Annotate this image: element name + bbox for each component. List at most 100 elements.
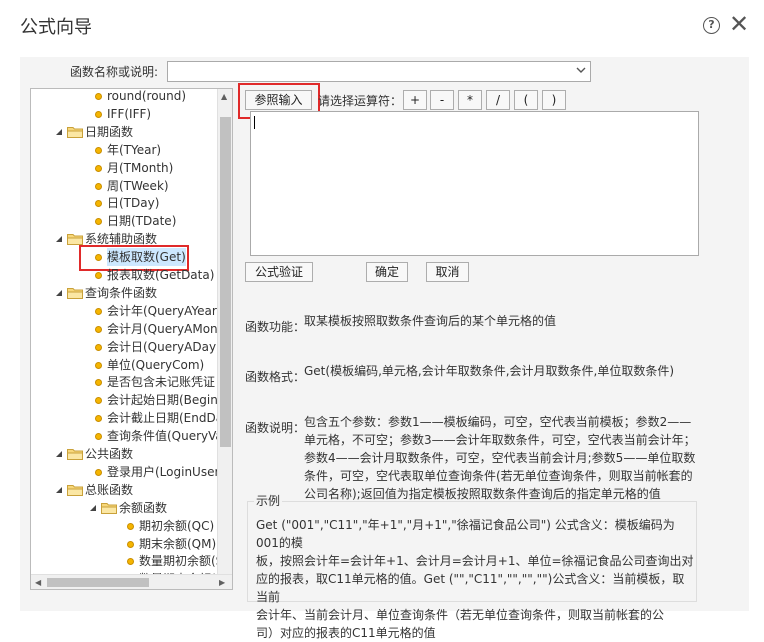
tree-label: 期末余额(QM): [139, 536, 217, 551]
tree-label: 会计起始日期(BeginDate): [107, 393, 232, 408]
function-search-select[interactable]: [167, 61, 591, 82]
format-text: Get(模板编码,单元格,会计年取数条件,会计月取数条件,单位取数条件): [304, 364, 675, 378]
leaf-dot-icon: [95, 343, 102, 351]
tree-label: 月(TMonth): [107, 160, 174, 175]
operator-button[interactable]: -: [430, 90, 454, 110]
expand-triangle-icon[interactable]: [55, 486, 63, 494]
leaf-dot-icon: [127, 522, 134, 530]
example-line: Get ("001","C11","年+1","月+1","徐福记食品公司") …: [256, 518, 675, 550]
desc-text: 包含五个参数：参数1——模板编码，可空，空代表当前模板；参数2—— 单元格，不可…: [304, 413, 704, 503]
operator-button[interactable]: *: [458, 90, 482, 110]
tree-label: 是否包含未记账凭证: [107, 375, 216, 390]
tree-label: 公共函数: [85, 447, 134, 461]
tree-label: 余额函数: [119, 500, 168, 515]
leaf-dot-icon: [95, 164, 102, 172]
dialog-title: 公式向导: [20, 17, 92, 38]
example-line: 会计年、当前会计月、单位查询条件（若无单位查询条件，则取当前帐套的公: [256, 608, 665, 622]
func-label: 函数功能：: [245, 320, 306, 334]
tree-label: 会计月(QueryAMonth): [107, 321, 233, 336]
formula-wizard-dialog: 公式向导 ? ✕ 函数名称或说明: round(round) IFF(IFF) 日期…: [0, 0, 764, 640]
folder-open-icon: [67, 287, 83, 299]
format-label: 函数格式：: [245, 370, 306, 384]
tree-label: IFF(IFF): [107, 106, 152, 121]
tree-label: 日期函数: [85, 124, 134, 139]
example-text: Get ("001","C11","年+1","月+1","徐福记食品公司") …: [256, 516, 696, 642]
leaf-dot-icon: [95, 379, 102, 387]
expand-triangle-icon[interactable]: [55, 128, 63, 136]
text-caret: [254, 116, 255, 129]
leaf-dot-icon: [95, 200, 102, 208]
close-icon[interactable]: ✕: [729, 10, 749, 38]
cancel-button[interactable]: 取消: [426, 262, 469, 282]
leaf-dot-icon: [95, 361, 102, 369]
tree-label: 日(TDay): [107, 196, 160, 211]
tree-label: 会计年(QueryAYear): [107, 303, 222, 318]
tree-label: 总账函数: [85, 482, 134, 497]
folder-open-icon: [67, 449, 83, 460]
expand-triangle-icon[interactable]: [55, 450, 63, 458]
tree-horizontal-scrollbar[interactable]: ◀ ▶: [31, 574, 232, 589]
tree-label: 单位(QueryCom): [107, 357, 205, 372]
leaf-dot-icon: [95, 397, 102, 405]
tree-label: 登录用户(LoginUser): [107, 464, 225, 479]
example-line: 司）对应的报表的C11单元格的值: [256, 626, 436, 640]
example-title: 示例: [254, 492, 283, 509]
operator-label: 请选择运算符：: [318, 94, 403, 108]
leaf-dot-icon: [127, 558, 134, 566]
expand-triangle-icon[interactable]: [55, 289, 63, 297]
operator-button[interactable]: ): [542, 90, 566, 110]
leaf-dot-icon: [95, 182, 102, 190]
folder-open-icon: [101, 502, 117, 514]
leaf-dot-icon: [95, 433, 102, 441]
tree-label: 会计截止日期(EndDate): [107, 411, 233, 426]
titlebar: 公式向导 ? ✕: [0, 0, 764, 50]
scroll-up-icon[interactable]: ▲: [221, 92, 227, 101]
leaf-dot-icon: [95, 325, 102, 333]
tree-label: 报表取数(GetData): [107, 268, 215, 282]
leaf-dot-icon: [95, 218, 102, 226]
leaf-dot-icon: [95, 93, 102, 100]
tree-label: 期初余额(QC): [139, 518, 215, 533]
scroll-right-icon[interactable]: ▶: [219, 578, 225, 587]
chevron-down-icon: [576, 67, 586, 73]
desc-line: 单元格，不可空；参数3——会计年取数条件，可空，空代表当前会计年；: [304, 433, 696, 447]
desc-line: 参数4——会计月取数条件，可空，空代表当前会计月;参数5——单位取数: [304, 451, 696, 465]
desc-line: 条件，可空，空代表取单位查询条件(若无单位查询条件，则取当前帐套的: [304, 469, 693, 483]
leaf-dot-icon: [95, 307, 102, 315]
folder-open-icon: [67, 234, 83, 246]
tree-label: 周(TWeek): [107, 178, 169, 193]
tree-vertical-thumb[interactable]: [220, 117, 231, 447]
leaf-dot-icon: [95, 272, 102, 279]
function-tree[interactable]: round(round) IFF(IFF) 日期函数年(TYear) 月(TMonth…: [30, 88, 233, 590]
leaf-dot-icon: [95, 415, 102, 423]
operator-button[interactable]: +: [403, 90, 427, 110]
help-icon[interactable]: ?: [703, 17, 720, 34]
leaf-dot-icon: [95, 110, 102, 118]
tree-horizontal-thumb[interactable]: [47, 578, 149, 587]
function-search-label: 函数名称或说明:: [70, 65, 159, 79]
scroll-left-icon[interactable]: ◀: [35, 578, 41, 587]
operator-button[interactable]: /: [486, 90, 510, 110]
tree-vertical-scrollbar[interactable]: ▲: [217, 89, 232, 575]
formula-editor[interactable]: [250, 111, 699, 256]
leaf-dot-icon: [95, 146, 102, 154]
tree-label: 查询条件值(QueryValue): [107, 429, 233, 444]
leaf-dot-icon: [127, 540, 134, 548]
leaf-dot-icon: [95, 468, 102, 476]
operator-button[interactable]: (: [514, 90, 538, 110]
ok-button[interactable]: 确定: [366, 262, 408, 282]
func-text: 取某模板按照取数条件查询后的某个单元格的值: [304, 314, 557, 328]
desc-line: 包含五个参数：参数1——模板编码，可空，空代表当前模板；参数2——: [304, 415, 692, 429]
folder-open-icon: [67, 126, 83, 138]
tree-label: 会计日(QueryADay): [107, 339, 221, 354]
tree-label: 查询条件函数: [85, 285, 158, 300]
desc-label: 函数说明：: [245, 421, 306, 435]
tree-label: 日期(TDate): [107, 214, 177, 229]
folder-open-icon: [67, 484, 83, 496]
example-line: 板，按照会计年=会计年+1、会计月=会计月+1、单位=徐福记食品公司查询出对: [256, 554, 694, 568]
validate-button[interactable]: 公式验证: [245, 262, 313, 282]
expand-triangle-icon[interactable]: [89, 504, 97, 512]
tree-label: 年(TYear): [107, 142, 162, 157]
tree-label: round(round): [107, 89, 187, 103]
expand-triangle-icon[interactable]: [55, 235, 63, 243]
